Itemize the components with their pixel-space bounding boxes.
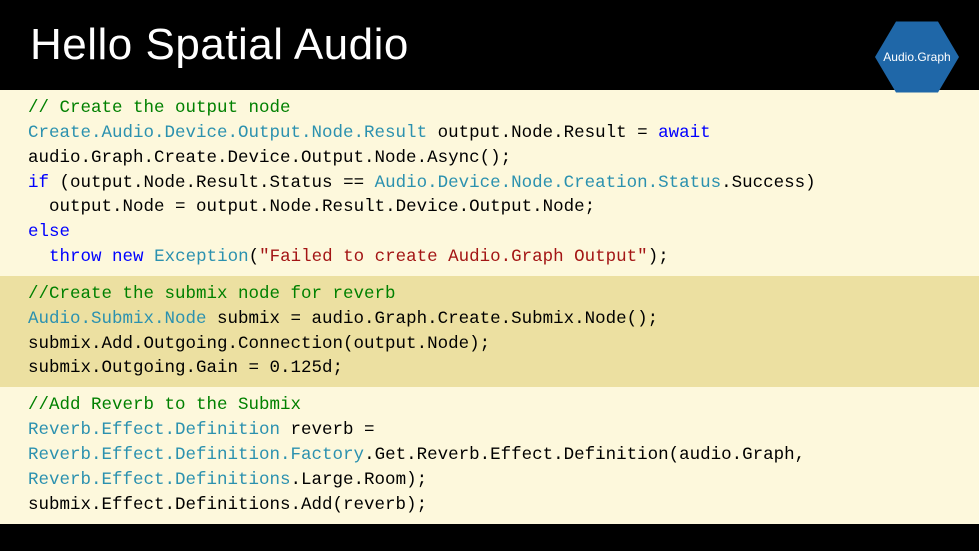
badge-label: Audio.Graph: [883, 50, 950, 64]
code-text: .Get.Reverb.Effect.Definition(audio.Grap…: [364, 445, 805, 465]
code-type: Reverb.Effect.Definition.Factory: [28, 445, 364, 465]
code-text: submix.Effect.Definitions.Add(reverb);: [28, 495, 427, 515]
code-text: (output.Node.Result.Status ==: [49, 173, 375, 193]
code-block-2: //Create the submix node for reverb Audi…: [0, 276, 979, 387]
code-keyword: else: [28, 222, 70, 242]
page-title: Hello Spatial Audio: [30, 20, 409, 90]
code-keyword: new: [112, 247, 144, 267]
code-type: Create.Audio.Device.Output.Node.Result: [28, 123, 427, 143]
code-comment: // Create the output node: [28, 98, 291, 118]
code-keyword: await: [658, 123, 711, 143]
code-type: Exception: [154, 247, 249, 267]
code-text: submix.Add.Outgoing.Connection(output.No…: [28, 334, 490, 354]
code-text: );: [648, 247, 669, 267]
code-block-3: //Add Reverb to the Submix Reverb.Effect…: [0, 387, 979, 523]
code-comment: //Create the submix node for reverb: [28, 284, 396, 304]
code-type: Audio.Device.Node.Creation.Status: [375, 173, 722, 193]
code-string: "Failed to create Audio.Graph Output": [259, 247, 648, 267]
code-type: Audio.Submix.Node: [28, 309, 207, 329]
code-text: submix.Outgoing.Gain = 0.125d;: [28, 358, 343, 378]
code-type: Reverb.Effect.Definition: [28, 420, 280, 440]
code-type: Reverb.Effect.Definitions: [28, 470, 291, 490]
code-text: output.Node.Result =: [427, 123, 658, 143]
code-text: (: [249, 247, 260, 267]
code-comment: //Add Reverb to the Submix: [28, 395, 301, 415]
code-text: [28, 247, 49, 267]
code-text: audio.Graph.Create.Device.Output.Node.As…: [28, 148, 511, 168]
code-block-1: // Create the output node Create.Audio.D…: [0, 90, 979, 276]
code-text: .Large.Room);: [291, 470, 428, 490]
code-keyword: throw: [49, 247, 102, 267]
code-text: .Success): [721, 173, 816, 193]
code-text: reverb =: [280, 420, 375, 440]
badge-hexagon: Audio.Graph: [875, 20, 959, 94]
code-area: // Create the output node Create.Audio.D…: [0, 90, 979, 551]
code-text: output.Node = output.Node.Result.Device.…: [28, 197, 595, 217]
slide-header: Hello Spatial Audio Audio.Graph: [0, 0, 979, 90]
code-keyword: if: [28, 173, 49, 193]
code-text: submix = audio.Graph.Create.Submix.Node(…: [207, 309, 659, 329]
